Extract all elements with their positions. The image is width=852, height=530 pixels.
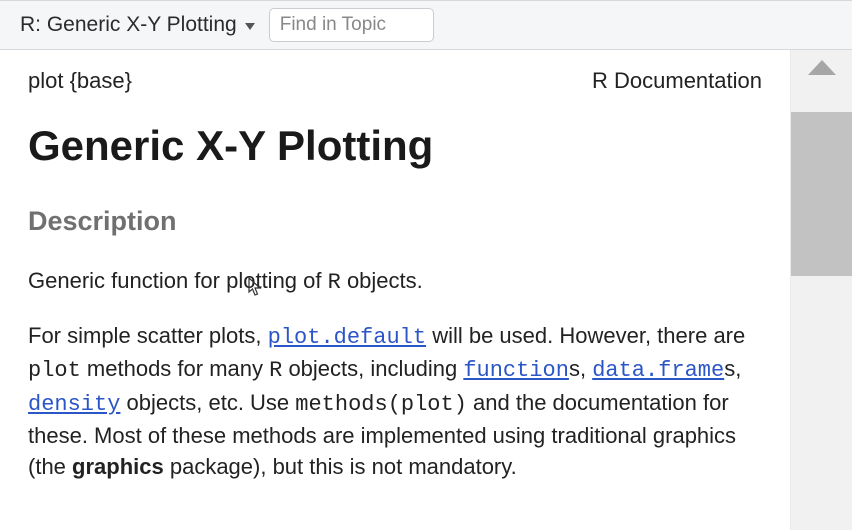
scrollbar[interactable] xyxy=(790,50,852,530)
chevron-up-icon xyxy=(808,60,836,75)
link-plot-default[interactable]: plot.default xyxy=(268,325,426,350)
text: s, xyxy=(569,356,592,381)
description-para-2: For simple scatter plots, plot.default w… xyxy=(28,320,762,482)
topic-dropdown[interactable]: R: Generic X-Y Plotting xyxy=(20,13,255,37)
scroll-up-button[interactable] xyxy=(791,60,852,75)
text: objects. xyxy=(341,268,423,293)
find-in-topic-input[interactable] xyxy=(269,8,434,42)
text: objects, etc. Use xyxy=(120,390,295,415)
scroll-thumb[interactable] xyxy=(791,112,852,276)
page-title: Generic X-Y Plotting xyxy=(28,122,762,170)
text: Generic function for plotting of xyxy=(28,268,328,293)
code-r: R xyxy=(328,270,341,295)
description-para-1: Generic function for plotting of R objec… xyxy=(28,265,762,298)
code-plot: plot xyxy=(28,358,81,383)
meta-row: plot {base} R Documentation xyxy=(28,68,762,94)
description-heading: Description xyxy=(28,206,762,237)
content-area: plot {base} R Documentation Generic X-Y … xyxy=(0,50,790,530)
text: will be used. However, there are xyxy=(426,323,745,348)
text: package), but this is not mandatory. xyxy=(164,454,517,479)
code-methods-plot: methods(plot) xyxy=(295,392,467,417)
text: For simple scatter plots, xyxy=(28,323,268,348)
caret-down-icon xyxy=(245,23,255,30)
code-r: R xyxy=(269,358,282,383)
text: s, xyxy=(724,356,741,381)
topic-title-text: R: Generic X-Y Plotting xyxy=(20,13,237,37)
body: plot {base} R Documentation Generic X-Y … xyxy=(0,50,852,530)
doc-label: R Documentation xyxy=(592,68,762,94)
bold-graphics: graphics xyxy=(72,454,164,479)
link-function[interactable]: function xyxy=(463,358,569,383)
link-density[interactable]: density xyxy=(28,392,120,417)
package-label: plot {base} xyxy=(28,68,132,94)
text: objects, including xyxy=(282,356,463,381)
topbar: R: Generic X-Y Plotting xyxy=(0,0,852,50)
text: methods for many xyxy=(81,356,269,381)
link-data-frame[interactable]: data.frame xyxy=(592,358,724,383)
